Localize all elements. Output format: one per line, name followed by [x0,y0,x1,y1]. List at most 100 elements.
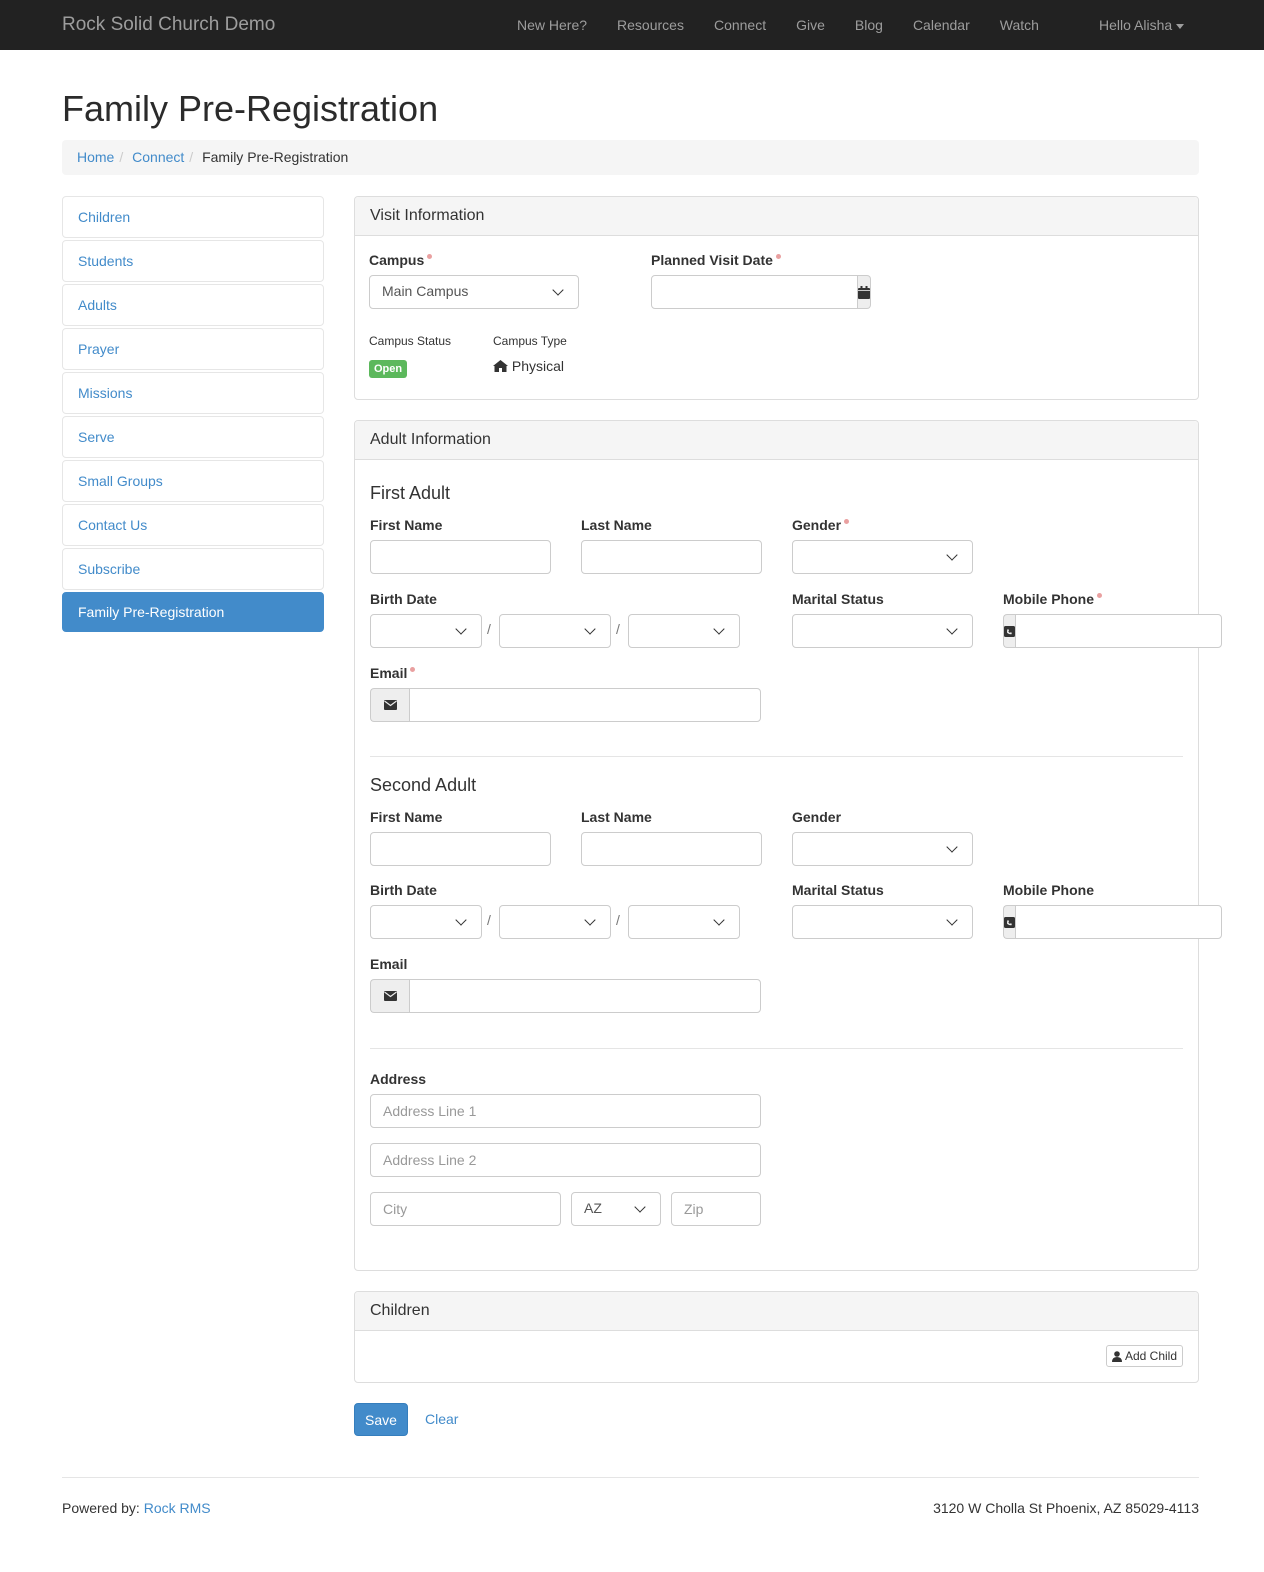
chevron-down-icon [455,623,467,635]
first-adult-email-group [370,688,761,722]
first-adult-marital-status-select[interactable] [792,614,973,648]
sidebar-item-small-groups[interactable]: Small Groups [62,460,324,502]
add-child-button[interactable]: Add Child [1105,1345,1183,1367]
calendar-button[interactable] [858,275,871,309]
campus-status-value: Open [369,359,408,378]
sidebar-item-children[interactable]: Children [62,196,324,238]
save-button[interactable]: Save [354,1403,408,1436]
campus-status-label: Campus Status [369,334,452,348]
mobile-phone-label-text: Mobile Phone [1003,591,1094,607]
city-input[interactable] [370,1192,561,1226]
second-adult-email-group [370,979,761,1013]
user-menu[interactable]: Hello Alisha [1099,17,1185,33]
chevron-down-icon [634,1201,646,1213]
address-label: Address [370,1071,427,1087]
address-line2-input[interactable] [370,1143,761,1177]
envelope-icon [383,700,397,710]
chevron-down-icon [946,841,958,853]
clear-link[interactable]: Clear [425,1411,458,1427]
first-adult-last-name-input[interactable] [581,540,762,574]
second-adult-email-input[interactable] [409,979,761,1013]
campus-type-label: Campus Type [493,334,567,348]
sidebar-item-contact-us[interactable]: Contact Us [62,504,324,546]
nav-links: New Here? Resources Connect Give Blog Ca… [517,17,1069,33]
second-adult-birth-year-select[interactable] [628,905,740,939]
sidebar-item-missions[interactable]: Missions [62,372,324,414]
required-indicator [775,254,781,259]
date-separator: / [616,912,620,928]
chevron-down-icon [713,623,725,635]
second-adult-email-label: Email [370,956,408,972]
phone-addon [1003,614,1015,648]
required-indicator [1097,593,1102,598]
second-adult-last-name-label: Last Name [581,809,652,825]
second-adult-heading: Second Adult [370,775,477,795]
campus-label: Campus [369,252,433,268]
planned-visit-date-label-text: Planned Visit Date [651,252,773,268]
sidebar-item-family-pre-registration[interactable]: Family Pre-Registration [62,592,324,632]
campus-type-value: Physical [493,358,564,374]
footer-address: 3120 W Cholla St Phoenix, AZ 85029-4113 [933,1500,1199,1516]
sidebar-item-adults[interactable]: Adults [62,284,324,326]
visit-information-panel: Visit Information Campus Main Campus Pla… [354,196,1199,400]
campus-type-text: Physical [511,358,565,374]
first-adult-birth-year-select[interactable] [628,614,740,648]
nav-watch[interactable]: Watch [1000,17,1039,33]
second-adult-mobile-phone-group [1003,905,1222,939]
second-adult-gender-select[interactable] [792,832,973,866]
breadcrumb-home[interactable]: Home [77,149,114,165]
date-separator: / [487,912,491,928]
sidebar-item-students[interactable]: Students [62,240,324,282]
planned-visit-date-input[interactable] [651,275,858,309]
nav-calendar[interactable]: Calendar [913,17,970,33]
first-adult-first-name-label: First Name [370,517,443,533]
nav-connect[interactable]: Connect [714,17,766,33]
sidebar-item-serve[interactable]: Serve [62,416,324,458]
breadcrumb-connect[interactable]: Connect [132,149,184,165]
email-label-text: Email [370,665,408,681]
nav-give[interactable]: Give [796,17,825,33]
chevron-down-icon [552,284,564,296]
state-selected-value: AZ [584,1200,602,1216]
top-navbar: Rock Solid Church Demo New Here? Resourc… [0,0,1264,50]
first-adult-birth-month-select[interactable] [370,614,482,648]
chevron-down-icon [713,914,725,926]
second-adult-birth-month-select[interactable] [370,905,482,939]
first-adult-email-input[interactable] [409,688,761,722]
email-addon [370,979,409,1013]
first-adult-mobile-phone-input[interactable] [1015,614,1222,648]
user-greeting: Hello Alisha [1099,17,1173,33]
first-adult-birth-day-select[interactable] [499,614,611,648]
children-panel: Children Add Child [354,1291,1199,1383]
breadcrumb-separator: / [119,149,124,165]
first-adult-gender-select[interactable] [792,540,973,574]
nav-resources[interactable]: Resources [617,17,684,33]
nav-new-here[interactable]: New Here? [517,17,587,33]
sidebar-item-subscribe[interactable]: Subscribe [62,548,324,590]
second-adult-last-name-input[interactable] [581,832,762,866]
footer-divider [62,1477,1199,1478]
breadcrumb: Home / Connect / Family Pre-Registration [62,140,1199,175]
panel-body: Add Child [355,1331,1198,1382]
second-adult-first-name-input[interactable] [370,832,551,866]
first-adult-first-name-input[interactable] [370,540,551,574]
chevron-down-icon [946,549,958,561]
chevron-down-icon [946,623,958,635]
panel-heading: Adult Information [355,421,1198,460]
email-addon [370,688,409,722]
nav-blog[interactable]: Blog [855,17,883,33]
rock-rms-link[interactable]: Rock RMS [144,1500,211,1516]
sidebar-item-prayer[interactable]: Prayer [62,328,324,370]
second-adult-birth-date-label: Birth Date [370,882,437,898]
zip-input[interactable] [671,1192,761,1226]
first-adult-heading: First Adult [370,483,451,503]
state-select[interactable]: AZ [571,1192,661,1226]
second-adult-marital-status-select[interactable] [792,905,973,939]
second-adult-birth-day-select[interactable] [499,905,611,939]
brand-link[interactable]: Rock Solid Church Demo [62,14,275,36]
breadcrumb-current: Family Pre-Registration [202,149,349,165]
address-line1-input[interactable] [370,1094,761,1128]
campus-select[interactable]: Main Campus [369,275,579,309]
planned-visit-date-group [651,275,871,309]
second-adult-mobile-phone-input[interactable] [1015,905,1222,939]
